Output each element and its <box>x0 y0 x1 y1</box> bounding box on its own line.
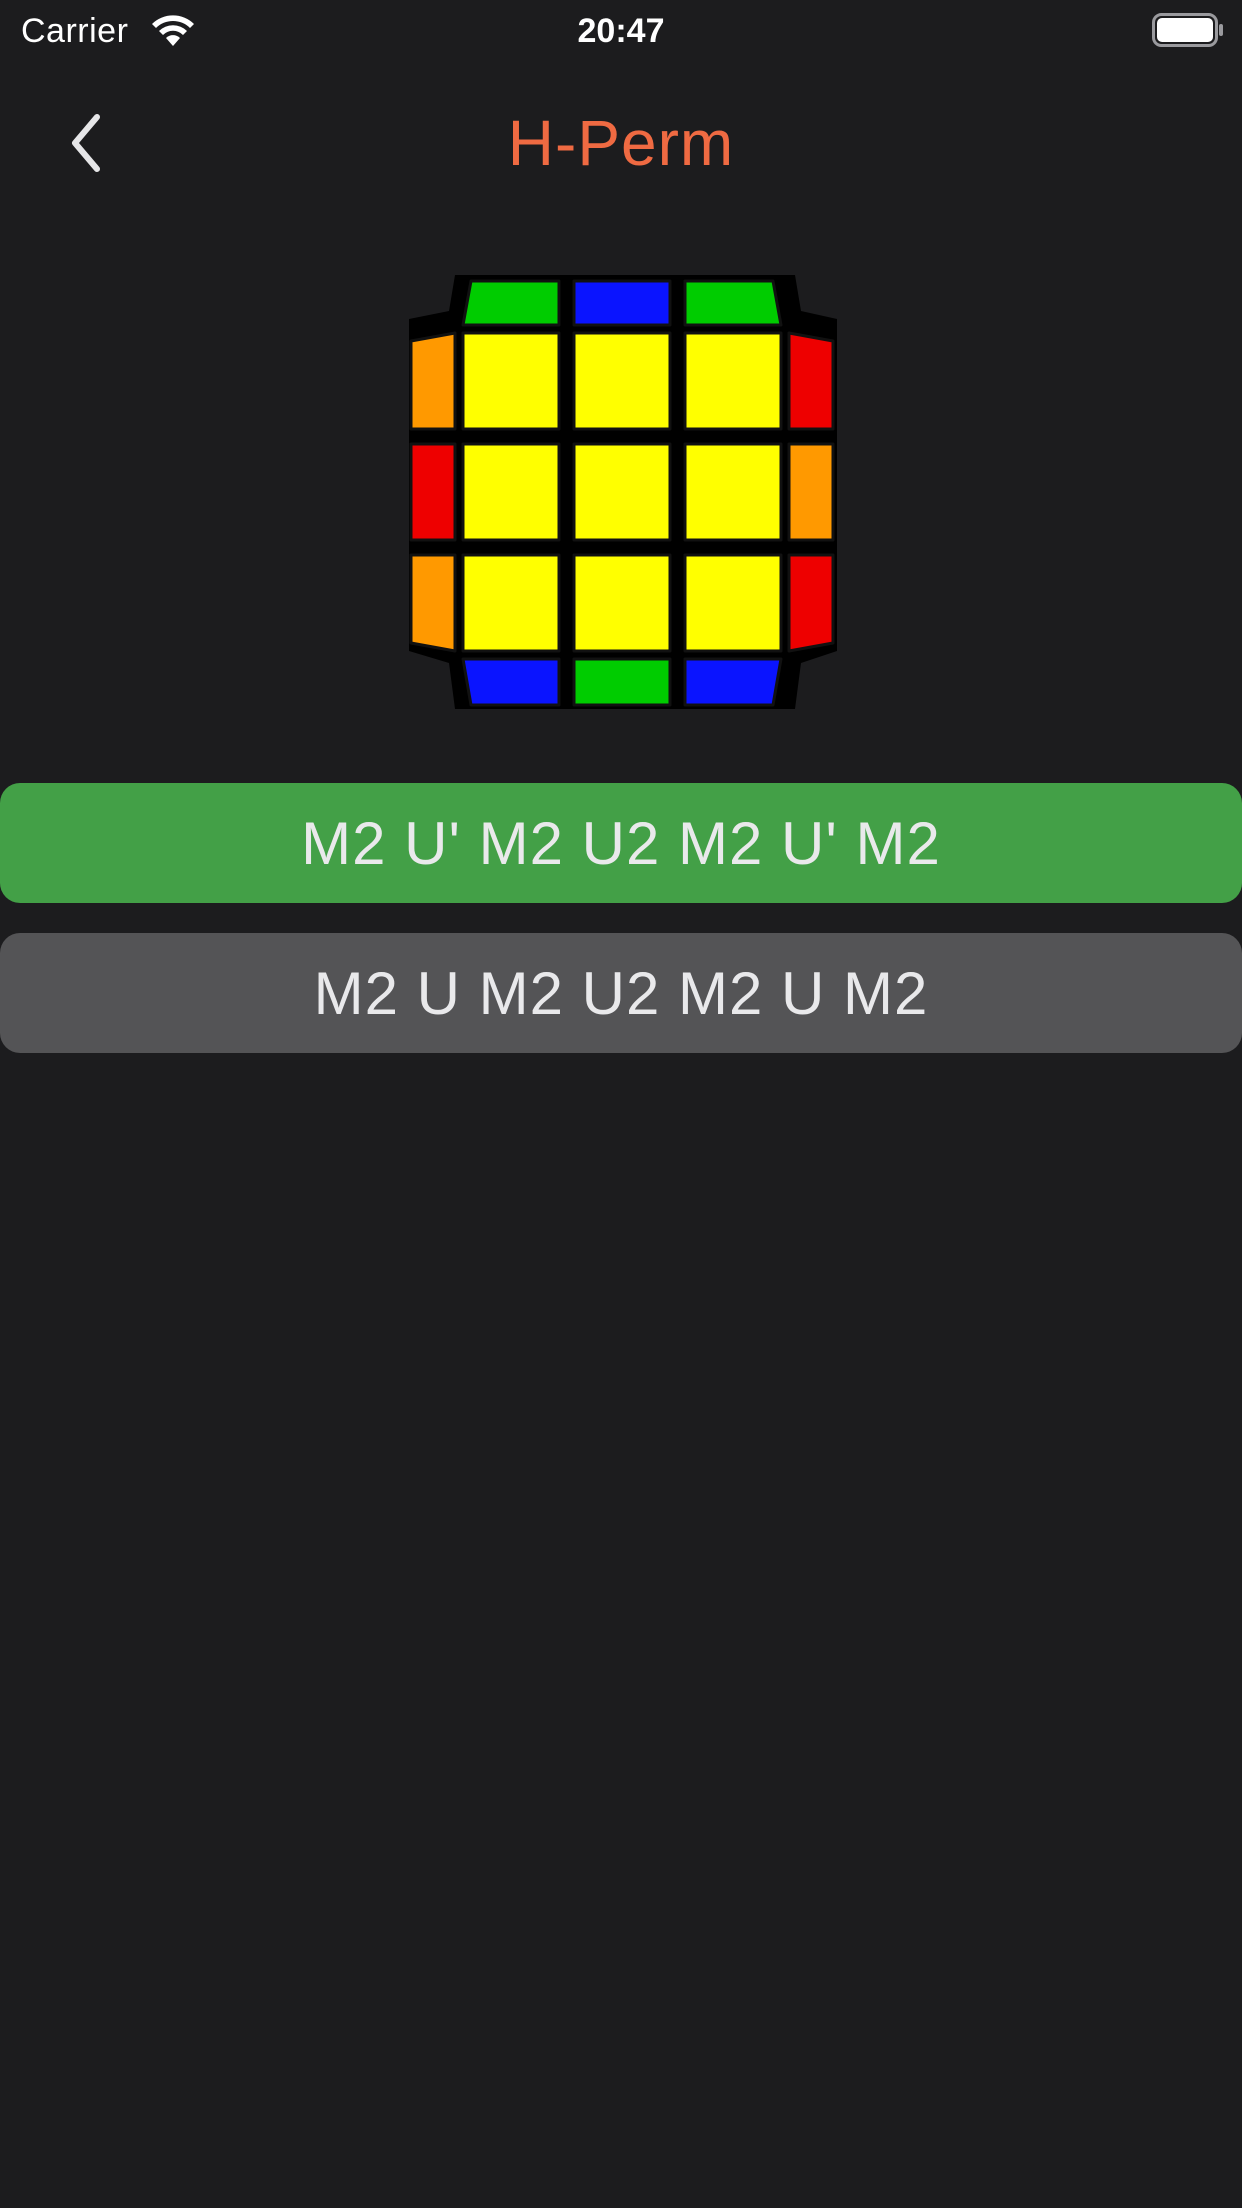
top-sticker <box>683 331 783 431</box>
back-edge-sticker <box>683 279 783 327</box>
screen: Carrier 20:47 H-Perm M2 U' M2 U2 M2 U' M… <box>0 0 1242 2208</box>
battery-full-icon <box>1152 13 1223 47</box>
left-edge-sticker <box>409 442 457 542</box>
top-sticker <box>572 442 672 542</box>
status-bar: Carrier 20:47 <box>0 0 1242 62</box>
algorithm-row-selected[interactable]: M2 U' M2 U2 M2 U' M2 <box>0 783 1242 903</box>
nav-bar: H-Perm <box>0 88 1242 198</box>
right-edge-sticker <box>787 553 835 653</box>
top-sticker <box>461 331 561 431</box>
cube-diagram <box>409 275 837 709</box>
left-edge-sticker <box>409 553 457 653</box>
algorithm-text: M2 U' M2 U2 M2 U' M2 <box>301 809 941 877</box>
left-edge-sticker <box>409 331 457 431</box>
top-sticker <box>572 553 672 653</box>
right-edge-sticker <box>787 442 835 542</box>
back-edge-sticker <box>461 279 561 327</box>
front-edge-sticker <box>572 657 672 707</box>
top-sticker <box>461 553 561 653</box>
back-edge-sticker <box>572 279 672 327</box>
clock: 20:47 <box>577 12 665 50</box>
top-sticker <box>572 331 672 431</box>
top-sticker <box>683 442 783 542</box>
top-sticker <box>683 553 783 653</box>
front-edge-sticker <box>683 657 783 707</box>
front-edge-sticker <box>461 657 561 707</box>
algorithm-text: M2 U M2 U2 M2 U M2 <box>313 959 929 1027</box>
page-title: H-Perm <box>507 107 735 179</box>
right-edge-sticker <box>787 331 835 431</box>
algorithm-row[interactable]: M2 U M2 U2 M2 U M2 <box>0 933 1242 1053</box>
top-sticker <box>461 442 561 542</box>
